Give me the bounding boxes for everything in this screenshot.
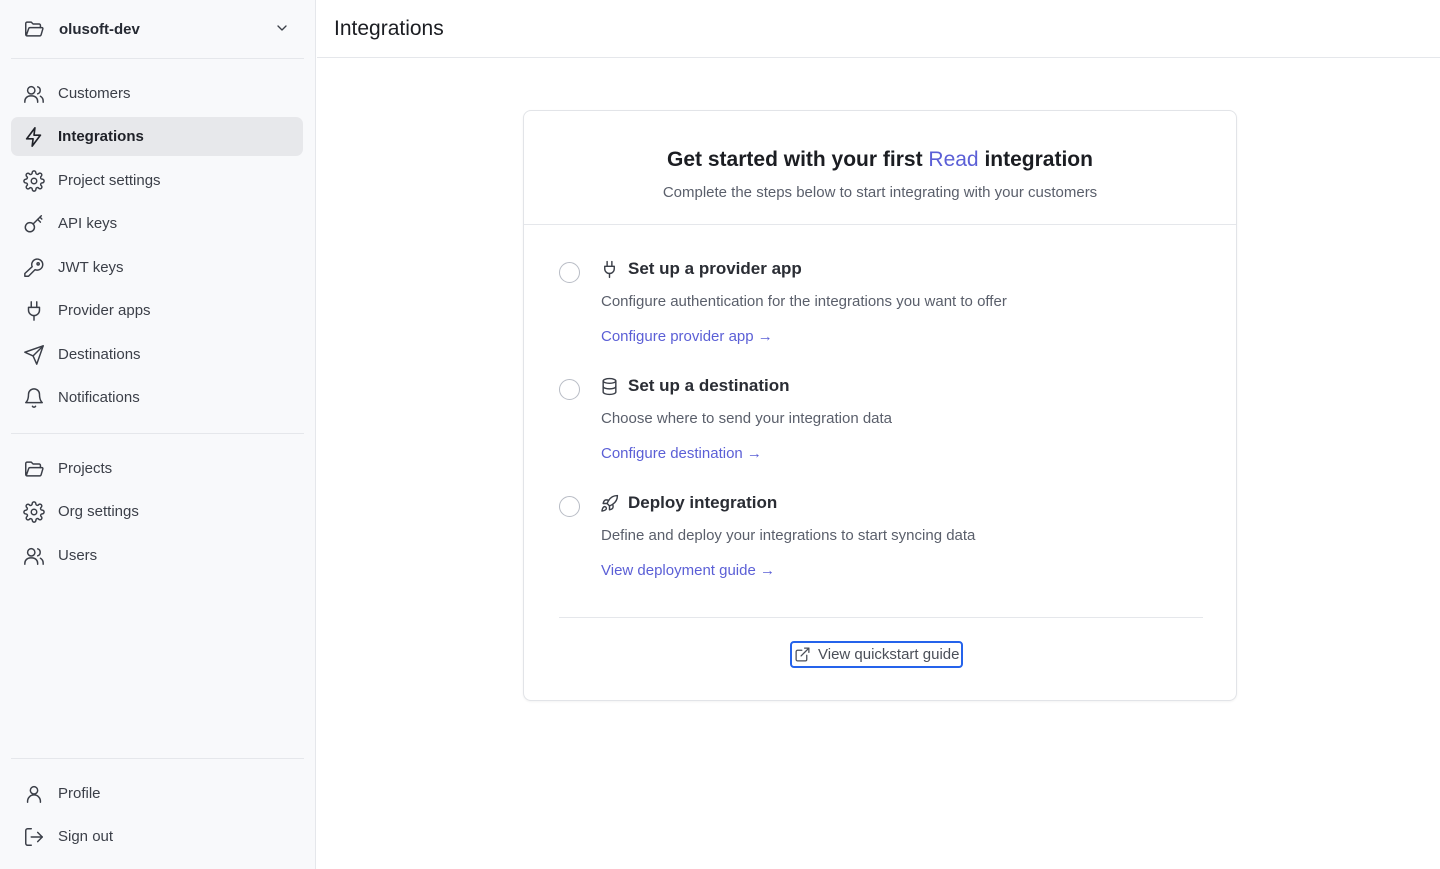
card-divider [559,617,1203,618]
card-title-prefix: Get started with your first [667,148,929,171]
plug-icon [23,300,45,322]
sidebar-item-label: API keys [58,215,118,232]
sidebar-item-label: Sign out [58,828,114,845]
view-deployment-guide-link[interactable]: View deployment guide → [601,562,775,579]
sidebar-divider [11,758,304,759]
step-status-checkbox[interactable] [559,379,580,400]
sidebar-item-org-settings[interactable]: Org settings [11,492,303,531]
sidebar-divider [11,433,304,434]
rocket-icon [600,494,619,513]
sidebar-item-label: Profile [58,785,101,802]
plug-icon [600,260,619,279]
gear-icon [23,169,45,192]
step-provider-app: Set up a provider app Configure authenti… [559,259,1199,360]
sidebar-item-project-settings[interactable]: Project settings [11,161,303,200]
sidebar-item-provider-apps[interactable]: Provider apps [11,291,303,330]
bell-icon [23,387,45,409]
sidebar-item-sign-out[interactable]: Sign out [11,817,303,856]
card-title-suffix: integration [978,148,1093,171]
sidebar-item-label: Notifications [58,389,140,406]
sidebar: olusoft-dev Customers Integrations Proje… [0,0,316,869]
view-quickstart-guide-button[interactable]: View quickstart guide [790,641,964,668]
quickstart-button-label: View quickstart guide [818,646,960,663]
sidebar-item-label: Org settings [58,503,139,520]
step-status-checkbox[interactable] [559,496,580,517]
project-name: olusoft-dev [59,20,140,38]
step-title: Set up a provider app [628,259,802,278]
sidebar-item-integrations[interactable]: Integrations [11,117,303,156]
step-description: Configure authentication for the integra… [601,293,1007,310]
getting-started-card: Get started with your first Read integra… [523,110,1237,701]
sidebar-item-destinations[interactable]: Destinations [11,335,303,374]
users-icon [23,545,45,567]
sidebar-item-jwt-keys[interactable]: JWT keys [11,248,303,287]
sidebar-item-label: Users [58,547,98,564]
step-description: Define and deploy your integrations to s… [601,527,976,544]
database-icon [600,377,619,396]
sidebar-item-users[interactable]: Users [11,536,303,575]
sidebar-item-label: Integrations [58,128,144,145]
step-status-checkbox[interactable] [559,262,580,283]
folder-icon [23,458,45,480]
sidebar-item-label: Customers [58,85,131,102]
step-destination: Set up a destination Choose where to sen… [559,376,1199,477]
sidebar-item-label: Project settings [58,172,161,189]
project-switcher[interactable]: olusoft-dev [12,8,302,50]
step-description: Choose where to send your integration da… [601,410,893,427]
folder-icon [23,18,45,40]
card-subtitle: Complete the steps below to start integr… [662,184,1098,201]
sign-out-icon [23,826,45,848]
sidebar-item-label: Projects [58,460,113,477]
sidebar-item-api-keys[interactable]: API keys [11,204,303,243]
configure-provider-app-link[interactable]: Configure provider app → [601,328,773,345]
sidebar-item-label: JWT keys [58,259,124,276]
configure-destination-link[interactable]: Configure destination → [601,445,762,462]
card-title-accent: Read [928,148,979,171]
sidebar-item-projects[interactable]: Projects [11,449,303,488]
external-link-icon [794,646,811,663]
card-header: Get started with your first Read integra… [524,111,1236,225]
top-bar: Integrations [317,0,1440,58]
send-icon [23,344,45,366]
sidebar-item-label: Destinations [58,346,141,363]
user-icon [23,783,45,805]
gear-icon [23,500,45,523]
step-deploy: Deploy integration Define and deploy you… [559,493,1199,594]
zap-icon [23,126,45,148]
sidebar-item-notifications[interactable]: Notifications [11,378,303,417]
chevron-down-icon [274,20,290,36]
key-icon [23,213,45,235]
card-title: Get started with your first Read integra… [524,111,1236,172]
key-round-icon [23,257,45,279]
sidebar-item-label: Provider apps [58,302,151,319]
page-title: Integrations [334,17,444,40]
users-icon [23,83,45,105]
step-title: Deploy integration [628,493,778,512]
step-title: Set up a destination [628,376,790,395]
sidebar-item-customers[interactable]: Customers [11,74,303,113]
sidebar-divider [11,58,304,59]
sidebar-item-profile[interactable]: Profile [11,774,303,813]
